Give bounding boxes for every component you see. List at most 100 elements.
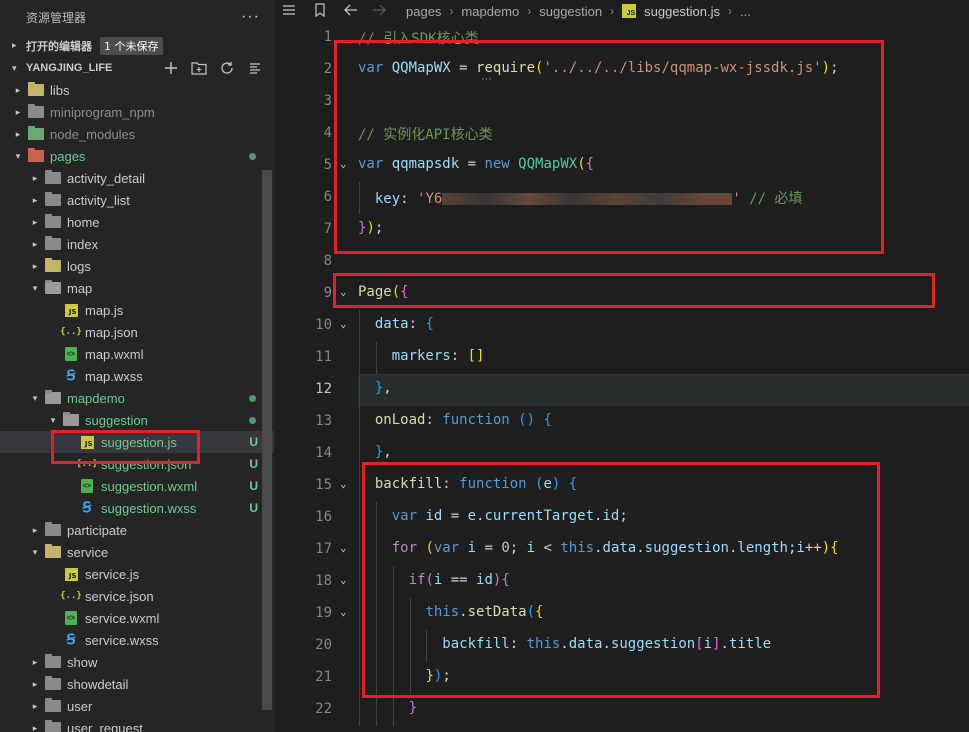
tree-item-service-wxml[interactable]: <> service.wxml bbox=[0, 607, 274, 629]
code-line[interactable]: 7}); bbox=[274, 214, 969, 246]
explorer-sidebar: 资源管理器 ··· ▸ 打开的编辑器 1 个未保存 ▾ YANGJING_LIF… bbox=[0, 0, 274, 732]
fold-chevron-icon[interactable]: ⌄ bbox=[340, 477, 347, 490]
code-text: data: { bbox=[375, 316, 434, 332]
indent-guide bbox=[375, 598, 377, 630]
tree-item-show[interactable]: ▸ show bbox=[0, 651, 274, 673]
fold-chevron-icon[interactable]: ⌄ bbox=[340, 605, 347, 618]
code-line[interactable]: 18 ⌄ if(i == id){ bbox=[274, 566, 969, 598]
code-line[interactable]: 8 bbox=[274, 246, 969, 278]
breadcrumb-item-suggestion[interactable]: suggestion bbox=[539, 4, 602, 19]
indent-guide bbox=[359, 566, 360, 598]
refresh-icon[interactable] bbox=[218, 59, 236, 77]
tree-item-activity-detail[interactable]: ▸ activity_detail bbox=[0, 167, 274, 189]
tree-item-map-wxml[interactable]: <> map.wxml bbox=[0, 343, 274, 365]
tree-item-service[interactable]: ▾ service bbox=[0, 541, 274, 563]
fold-chevron-icon[interactable]: ⌄ bbox=[340, 541, 347, 554]
sidebar-scrollbar[interactable] bbox=[262, 170, 272, 710]
indent-guide bbox=[359, 694, 360, 726]
tree-item-suggestion[interactable]: ▾ suggestion bbox=[0, 409, 274, 431]
tree-item-participate[interactable]: ▸ participate bbox=[0, 519, 274, 541]
hidden-lines-ellipsis-icon[interactable]: ··· bbox=[481, 73, 492, 85]
code-line[interactable]: 2 var QQMapWX = require('../../../libs/qq… bbox=[274, 54, 969, 86]
tree-item-service-json[interactable]: {..} service.json bbox=[0, 585, 274, 607]
code-line[interactable]: 11 markers: [] bbox=[274, 342, 969, 374]
code-line[interactable]: 1 // 引入SDK核心类 bbox=[274, 22, 969, 54]
indent-guide bbox=[359, 470, 360, 502]
code-line[interactable]: 3 bbox=[274, 86, 969, 118]
breadcrumb-item-symbols[interactable]: ... bbox=[740, 4, 751, 19]
tree-item-label: service.wxml bbox=[85, 610, 160, 626]
tree-item-label: mapdemo bbox=[67, 390, 125, 406]
code-text: // 实例化API核心类 bbox=[358, 124, 493, 144]
fold-chevron-icon[interactable]: ⌄ bbox=[340, 573, 347, 586]
tree-item-mapdemo[interactable]: ▾ mapdemo bbox=[0, 387, 274, 409]
code-token: ; bbox=[509, 540, 527, 556]
tree-item-suggestion-js[interactable]: JS suggestion.js U bbox=[0, 431, 274, 453]
breadcrumb-item-file[interactable]: suggestion.js bbox=[644, 4, 720, 19]
tree-item-suggestion-wxss[interactable]: Ꞩsuggestion.wxss U bbox=[0, 497, 274, 519]
js-file-icon: JS bbox=[79, 434, 95, 450]
code-token: . bbox=[602, 636, 611, 652]
code-token: { bbox=[830, 540, 839, 556]
tree-item-index[interactable]: ▸ index bbox=[0, 233, 274, 255]
collapse-all-icon[interactable] bbox=[246, 59, 264, 77]
tree-item-service-wxss[interactable]: Ꞩservice.wxss bbox=[0, 629, 274, 651]
tree-item-activity-list[interactable]: ▸ activity_list bbox=[0, 189, 274, 211]
code-line[interactable]: 6 key: 'Y6 ' // 必填 bbox=[274, 182, 969, 214]
fold-chevron-icon[interactable]: ⌄ bbox=[340, 317, 347, 330]
list-icon[interactable] bbox=[282, 3, 296, 19]
new-folder-icon[interactable] bbox=[190, 59, 208, 77]
code-line[interactable]: 16 var id = e.currentTarget.id; bbox=[274, 502, 969, 534]
new-file-icon[interactable] bbox=[162, 59, 180, 77]
breadcrumb-item-pages[interactable]: pages bbox=[406, 4, 441, 19]
code-token: ' bbox=[732, 191, 741, 207]
tree-item-map-js[interactable]: JS map.js bbox=[0, 299, 274, 321]
tree-item-label: libs bbox=[50, 82, 70, 98]
indent-guide bbox=[409, 662, 411, 694]
tree-item-service-js[interactable]: JS service.js bbox=[0, 563, 274, 585]
fold-chevron-icon[interactable]: ⌄ bbox=[340, 157, 347, 170]
code-line[interactable]: 21}); bbox=[274, 662, 969, 694]
code-line[interactable]: 20 backfill: this.data.suggestion[i].titl… bbox=[274, 630, 969, 662]
code-line[interactable]: 12}, bbox=[274, 374, 969, 406]
code-line[interactable]: 15 ⌄ backfill: function (e) { bbox=[274, 470, 969, 502]
code-text: var QQMapWX = require('../../../libs/qqm… bbox=[358, 60, 839, 76]
code-line[interactable]: 22} bbox=[274, 694, 969, 726]
tree-item-libs[interactable]: ▸ libs bbox=[0, 79, 274, 101]
tree-item-miniprogram-npm[interactable]: ▸ miniprogram_npm bbox=[0, 101, 274, 123]
code-line[interactable]: 10 ⌄ data: { bbox=[274, 310, 969, 342]
code-line[interactable]: 13 onLoad: function () { bbox=[274, 406, 969, 438]
code-line[interactable]: 5 ⌄ var qqmapsdk = new QQMapWX({ bbox=[274, 150, 969, 182]
code-line[interactable]: 14}, bbox=[274, 438, 969, 470]
tree-item-home[interactable]: ▸ home bbox=[0, 211, 274, 233]
tree-item-suggestion-json[interactable]: {..} suggestion.json U bbox=[0, 453, 274, 475]
tree-item-user[interactable]: ▸ user bbox=[0, 695, 274, 717]
tree-item-pages[interactable]: ▾ pages bbox=[0, 145, 274, 167]
code-line[interactable]: 9 ⌄ Page({ bbox=[274, 278, 969, 310]
open-editors-section[interactable]: ▸ 打开的编辑器 1 个未保存 bbox=[0, 35, 274, 57]
forward-arrow-icon[interactable] bbox=[372, 3, 386, 19]
code-line[interactable]: 19 ⌄ this.setData({ bbox=[274, 598, 969, 630]
code-token: i bbox=[467, 540, 477, 556]
code-text: this.setData({ bbox=[425, 604, 543, 620]
tree-item-logs[interactable]: ▸ logs bbox=[0, 255, 274, 277]
tree-item-user-request[interactable]: ▸ user_request bbox=[0, 717, 274, 732]
code-line[interactable]: 4 // 实例化API核心类 bbox=[274, 118, 969, 150]
code-line[interactable]: 17 ⌄ for (var i = 0; i < this.data.suggest… bbox=[274, 534, 969, 566]
tree-item-map-wxss[interactable]: Ꞩmap.wxss bbox=[0, 365, 274, 387]
tree-item-showdetail[interactable]: ▸ showdetail bbox=[0, 673, 274, 695]
tree-item-suggestion-wxml[interactable]: <> suggestion.wxml U bbox=[0, 475, 274, 497]
tree-item-map-json[interactable]: {..} map.json bbox=[0, 321, 274, 343]
tree-item-node-modules[interactable]: ▸ node_modules bbox=[0, 123, 274, 145]
more-actions-icon[interactable]: ··· bbox=[241, 8, 260, 26]
tree-item-map[interactable]: ▾ map bbox=[0, 277, 274, 299]
breadcrumb-item-mapdemo[interactable]: mapdemo bbox=[461, 4, 519, 19]
code-token: : bbox=[442, 476, 460, 492]
tree-item-label: participate bbox=[67, 522, 127, 538]
fold-chevron-icon[interactable]: ⌄ bbox=[340, 285, 347, 298]
project-section[interactable]: ▾ YANGJING_LIFE bbox=[0, 57, 274, 79]
back-arrow-icon[interactable] bbox=[344, 3, 358, 19]
bookmark-icon[interactable] bbox=[314, 2, 326, 20]
redacted-key bbox=[442, 193, 733, 205]
